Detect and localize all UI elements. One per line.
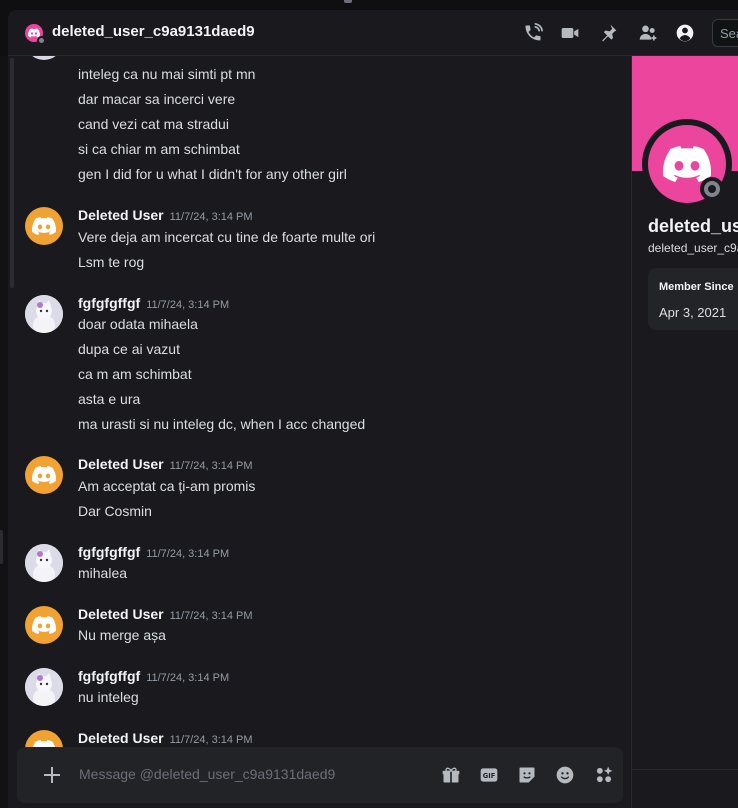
plus-icon[interactable]	[41, 764, 63, 786]
timestamp: 11/7/24, 3:14 PM	[146, 548, 230, 560]
message-line: mihalea	[78, 565, 128, 581]
status-indicator	[37, 36, 46, 45]
member-since-label: Member Since	[659, 281, 734, 293]
profile-panel: deleted_user deleted_user_c9a9131daed9 M…	[631, 56, 738, 808]
message-line: asta e ura	[78, 391, 141, 407]
message-author[interactable]: Deleted User 11/7/24, 3:14 PM	[78, 730, 253, 746]
message-author[interactable]: Deleted User 11/7/24, 3:14 PM	[78, 606, 253, 622]
profile-display-name: deleted_user	[648, 216, 738, 236]
search-input[interactable]: Search	[712, 19, 738, 47]
timestamp: 11/7/24, 3:14 PM	[169, 734, 253, 746]
message-line: Dar Cosmin	[78, 503, 152, 519]
phone-call-icon[interactable]	[523, 23, 543, 43]
video-call-icon[interactable]	[560, 23, 580, 43]
discord-logo-icon	[663, 146, 711, 182]
message-line: cand vezi cat ma stradui	[78, 116, 229, 132]
timestamp: 11/7/24, 3:14 PM	[146, 672, 230, 684]
avatar[interactable]	[25, 56, 63, 60]
message-line: gen I did for u what I didn't for any ot…	[78, 166, 347, 182]
timestamp: 11/7/24, 3:14 PM	[169, 460, 253, 472]
profile-status-indicator	[700, 177, 724, 201]
avatar[interactable]	[25, 668, 63, 706]
message-list: inteleg ca nu mai simti pt mn dar macar …	[8, 56, 631, 808]
sticker-icon[interactable]	[516, 764, 538, 786]
message-line: Lsm te rog	[78, 254, 145, 270]
dm-title: deleted_user_c9a9131daed9	[52, 23, 255, 40]
author-name[interactable]: fgfgfgffgf	[78, 668, 140, 684]
profile-username: deleted_user_c9a9131daed9	[648, 241, 738, 255]
gif-icon[interactable]: GIF	[478, 764, 500, 786]
message-line: Am acceptat ca ți-am promis	[78, 478, 256, 494]
svg-text:GIF: GIF	[483, 772, 496, 780]
left-edge	[0, 56, 8, 808]
member-since-value: Apr 3, 2021	[659, 305, 727, 320]
message-composer[interactable]: Message @deleted_user_c9a9131daed9 GIF	[17, 747, 623, 803]
author-name[interactable]: Deleted User	[78, 606, 164, 622]
avatar[interactable]	[25, 207, 63, 245]
message-line: si ca chiar m am schimbat	[78, 141, 240, 157]
timestamp: 11/7/24, 3:14 PM	[169, 610, 253, 622]
discord-logo-icon	[32, 616, 56, 634]
member-since-card: Member Since Apr 3, 2021	[648, 268, 738, 330]
dm-avatar[interactable]	[25, 24, 46, 45]
author-name[interactable]: Deleted User	[78, 456, 164, 472]
window-top-strip	[0, 0, 738, 10]
discord-logo-icon	[32, 466, 56, 484]
emoji-icon[interactable]	[554, 764, 576, 786]
timestamp: 11/7/24, 3:14 PM	[169, 211, 253, 223]
pin-icon[interactable]	[598, 23, 618, 43]
timestamp: 11/7/24, 3:14 PM	[146, 299, 230, 311]
avatar[interactable]	[25, 544, 63, 582]
cat-avatar-icon	[25, 668, 63, 706]
dm-header: deleted_user_c9a9131daed9 Search	[8, 10, 738, 56]
scrollbar[interactable]	[10, 58, 14, 288]
author-name[interactable]: fgfgfgffgf	[78, 295, 140, 311]
message-author[interactable]: Deleted User 11/7/24, 3:14 PM	[78, 456, 253, 472]
apps-icon[interactable]	[593, 764, 615, 786]
message-line: inteleg ca nu mai simti pt mn	[78, 66, 256, 82]
profile-divider	[632, 769, 738, 770]
message-author[interactable]: Deleted User 11/7/24, 3:14 PM	[78, 207, 253, 223]
message-line: doar odata mihaela	[78, 316, 198, 332]
avatar[interactable]	[25, 606, 63, 644]
window-handle	[344, 0, 352, 3]
discord-logo-icon	[32, 217, 56, 235]
author-name[interactable]: fgfgfgffgf	[78, 544, 140, 560]
left-edge-marker	[0, 530, 3, 564]
message-author[interactable]: fgfgfgffgf 11/7/24, 3:14 PM	[78, 295, 229, 311]
message-line: ca m am schimbat	[78, 366, 192, 382]
message-line: Vere deja am incercat cu tine de foarte …	[78, 229, 376, 245]
message-line: nu inteleg	[78, 689, 139, 705]
avatar[interactable]	[25, 295, 63, 333]
message-line: dupa ce ai vazut	[78, 341, 180, 357]
gift-icon[interactable]	[440, 764, 462, 786]
message-line: dar macar sa incerci vere	[78, 91, 236, 107]
message-author[interactable]: fgfgfgffgf 11/7/24, 3:14 PM	[78, 544, 229, 560]
message-input[interactable]: Message @deleted_user_c9a9131daed9	[79, 766, 335, 782]
cat-avatar-icon	[25, 295, 63, 333]
message-line: ma urasti si nu inteleg dc, when I acc c…	[78, 416, 366, 432]
user-profile-icon[interactable]	[675, 23, 695, 43]
message-line: Nu merge așa	[78, 627, 166, 643]
message-author[interactable]: fgfgfgffgf 11/7/24, 3:14 PM	[78, 668, 229, 684]
add-friends-icon[interactable]	[638, 23, 658, 43]
cat-avatar-icon	[25, 544, 63, 582]
author-name[interactable]: Deleted User	[78, 730, 164, 746]
author-name[interactable]: Deleted User	[78, 207, 164, 223]
avatar[interactable]	[25, 456, 63, 494]
